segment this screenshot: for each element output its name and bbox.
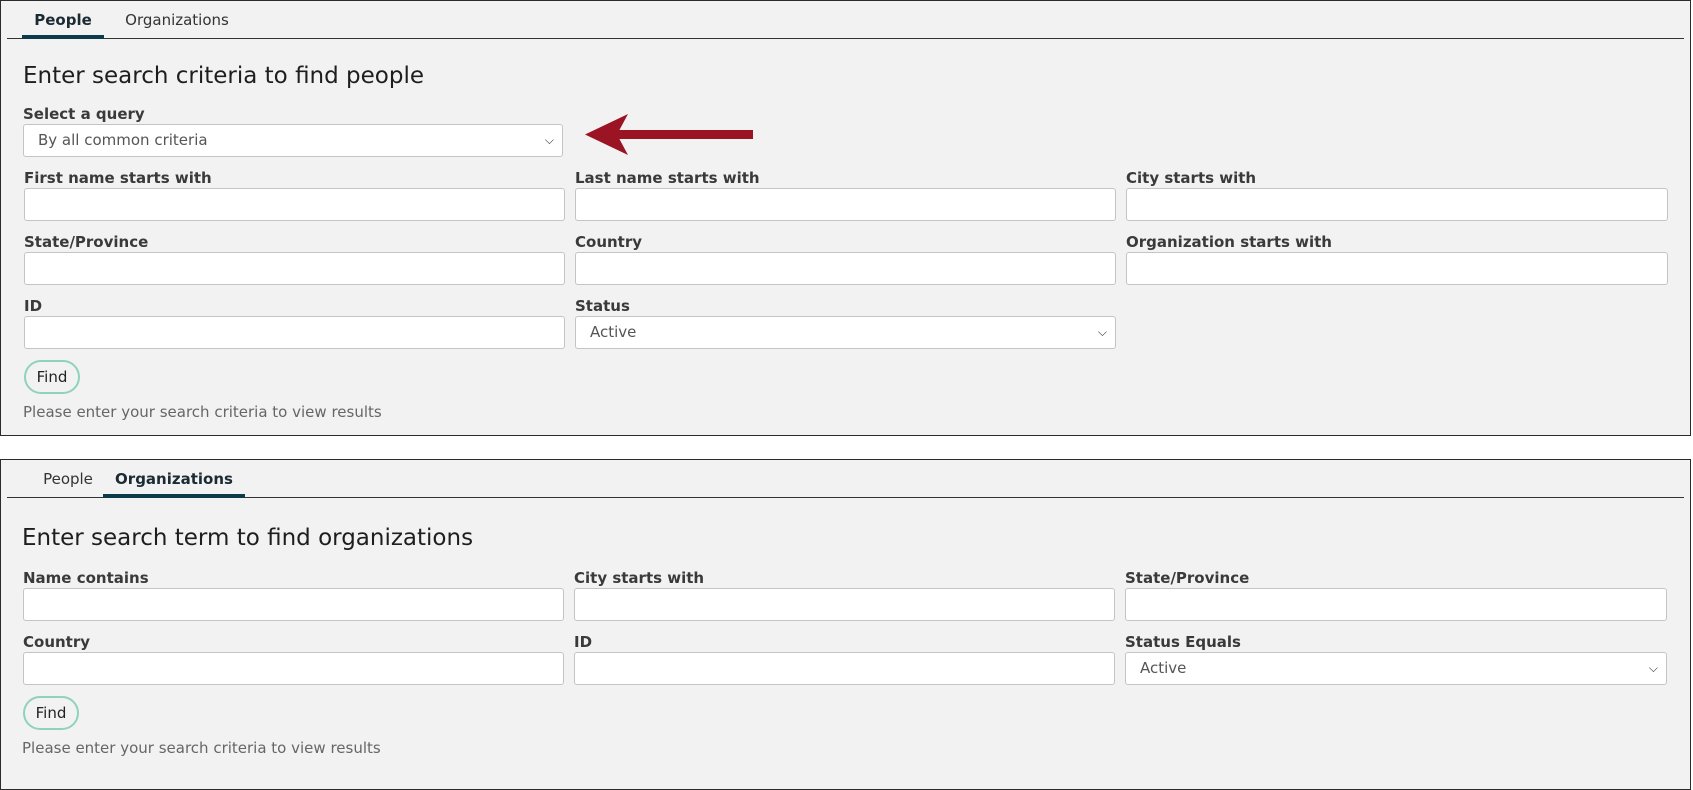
tab-bar: People Organizations (7, 460, 1684, 498)
city-input[interactable] (1126, 188, 1668, 221)
state-label: State/Province (24, 233, 149, 251)
status-label: Status Equals (1125, 633, 1241, 651)
status-select-value: Active (1140, 659, 1187, 677)
id-label: ID (24, 297, 43, 315)
tab-organizations[interactable]: Organizations (103, 460, 245, 498)
organizations-search-panel: People Organizations Enter search term t… (0, 459, 1691, 790)
query-select-value: By all common criteria (38, 131, 208, 149)
city-label: City starts with (574, 569, 705, 587)
name-label: Name contains (23, 569, 149, 587)
query-select[interactable]: By all common criteria ⌵ (23, 124, 563, 157)
status-select-value: Active (590, 323, 637, 341)
find-button[interactable]: Find (24, 360, 80, 394)
organization-input[interactable] (1126, 252, 1668, 285)
chevron-down-icon: ⌵ (544, 133, 554, 147)
id-label: ID (574, 633, 593, 651)
status-select[interactable]: Active ⌵ (575, 316, 1116, 349)
page-title: Enter search term to find organizations (22, 525, 474, 551)
id-input[interactable] (24, 316, 565, 349)
id-input[interactable] (574, 652, 1115, 685)
people-search-panel: People Organizations Enter search criter… (0, 0, 1691, 436)
first-name-label: First name starts with (24, 169, 212, 187)
last-name-label: Last name starts with (575, 169, 760, 187)
status-select[interactable]: Active ⌵ (1125, 652, 1667, 685)
tab-bar: People Organizations (7, 1, 1684, 39)
arrow-left-icon (585, 114, 753, 155)
chevron-down-icon: ⌵ (1097, 325, 1107, 339)
tab-organizations[interactable]: Organizations (112, 1, 242, 37)
first-name-input[interactable] (24, 188, 565, 221)
query-label: Select a query (23, 105, 145, 123)
chevron-down-icon: ⌵ (1648, 661, 1658, 675)
state-input[interactable] (1125, 588, 1667, 621)
country-input[interactable] (575, 252, 1116, 285)
tab-people[interactable]: People (22, 1, 104, 39)
country-label: Country (575, 233, 643, 251)
organization-label: Organization starts with (1126, 233, 1332, 251)
city-input[interactable] (574, 588, 1115, 621)
name-input[interactable] (23, 588, 564, 621)
city-label: City starts with (1126, 169, 1257, 187)
last-name-input[interactable] (575, 188, 1116, 221)
state-label: State/Province (1125, 569, 1250, 587)
results-hint: Please enter your search criteria to vie… (22, 739, 381, 757)
tab-people[interactable]: People (27, 460, 109, 496)
page-title: Enter search criteria to find people (23, 63, 425, 89)
country-label: Country (23, 633, 91, 651)
results-hint: Please enter your search criteria to vie… (23, 403, 382, 421)
state-input[interactable] (24, 252, 565, 285)
country-input[interactable] (23, 652, 564, 685)
find-button[interactable]: Find (23, 696, 79, 730)
status-label: Status (575, 297, 630, 315)
